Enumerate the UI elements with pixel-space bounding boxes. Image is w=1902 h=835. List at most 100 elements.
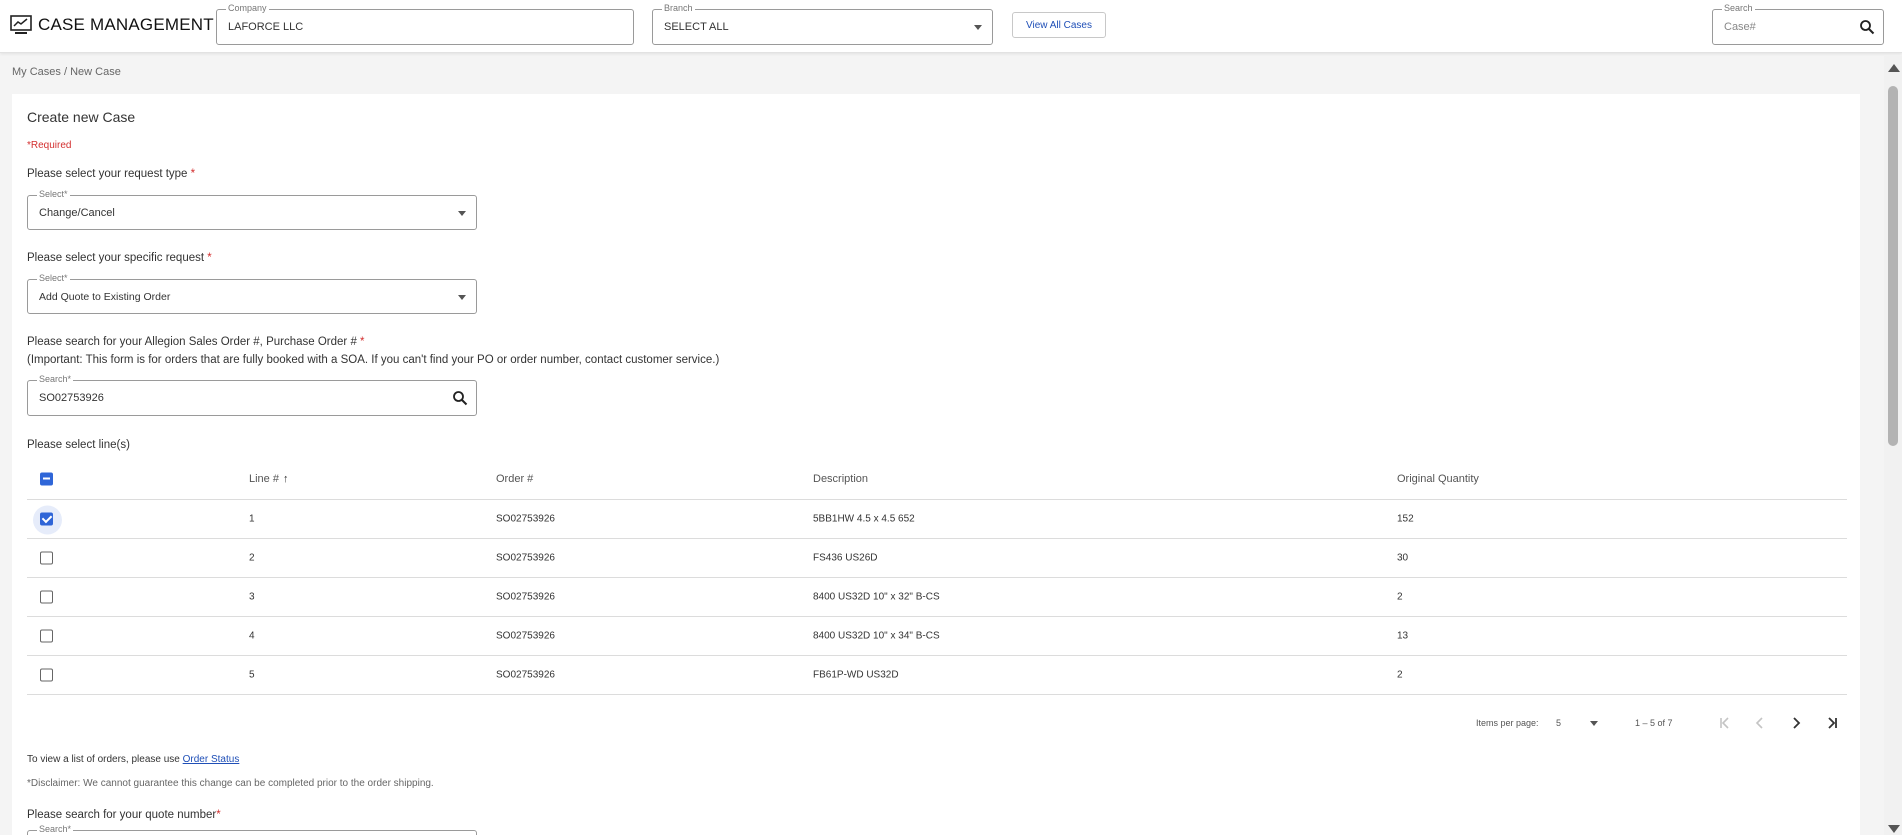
quote-search-question-text: Please search for your quote number xyxy=(27,809,217,821)
select-lines-label: Please select line(s) xyxy=(27,439,130,451)
next-page-icon[interactable] xyxy=(1787,714,1805,732)
app-header: CASE MANAGEMENT Company LAFORCE LLC Bran… xyxy=(0,0,1902,53)
view-all-cases-button[interactable]: View All Cases xyxy=(1012,12,1106,38)
table-row[interactable]: 3 SO02753926 8400 US32D 10" x 32" B-CS 2 xyxy=(27,578,1847,617)
disclaimer-text: *Disclaimer: We cannot guarantee this ch… xyxy=(27,778,434,789)
order-search-question: Please search for your Allegion Sales Or… xyxy=(27,336,365,348)
cell-order: SO02753926 xyxy=(496,513,555,525)
specific-request-question-text: Please select your specific request xyxy=(27,252,205,264)
request-type-value: Change/Cancel xyxy=(39,206,115,219)
chevron-down-icon xyxy=(458,294,466,300)
case-search-placeholder: Case# xyxy=(1724,21,1756,33)
branch-select[interactable]: Branch SELECT ALL xyxy=(652,3,993,45)
create-case-card: Create new Case *Required Please select … xyxy=(12,94,1860,835)
last-page-icon[interactable] xyxy=(1823,714,1841,732)
cell-quantity: 152 xyxy=(1397,513,1414,525)
required-asterisk: * xyxy=(190,168,196,180)
row-checkbox[interactable] xyxy=(33,505,62,535)
breadcrumb-separator: / xyxy=(63,66,68,78)
monitor-chart-icon xyxy=(10,15,32,34)
row-checkbox[interactable] xyxy=(40,668,53,682)
quote-search-input[interactable]: Search* xyxy=(27,824,477,835)
cell-quantity: 2 xyxy=(1397,591,1403,603)
chevron-down-icon[interactable] xyxy=(1590,721,1598,726)
table-paginator: Items per page: 5 1 – 5 of 7 xyxy=(1476,708,1846,738)
column-header-description[interactable]: Description xyxy=(813,473,868,485)
unchecked-checkbox-icon xyxy=(40,590,53,604)
cell-line: 1 xyxy=(249,513,255,525)
table-header-row: Line # ↑ Order # Description Original Qua… xyxy=(27,458,1847,500)
company-label: Company xyxy=(226,3,269,14)
order-status-link[interactable]: Order Status xyxy=(183,754,240,765)
scroll-down-icon[interactable] xyxy=(1888,825,1900,833)
search-icon[interactable] xyxy=(1859,19,1875,35)
specific-request-question: Please select your specific request * xyxy=(27,252,212,264)
branch-label: Branch xyxy=(662,3,695,14)
cell-order: SO02753926 xyxy=(496,669,555,681)
company-value: LAFORCE LLC xyxy=(228,21,304,33)
cell-line: 3 xyxy=(249,591,255,603)
breadcrumb-current: New Case xyxy=(70,66,121,78)
page-size-select[interactable]: 5 xyxy=(1556,718,1561,728)
cell-description: FS436 US26D xyxy=(813,552,878,564)
column-header-order[interactable]: Order # xyxy=(496,473,533,485)
order-status-prefix: To view a list of orders, please use xyxy=(27,754,183,765)
request-type-field-label: Select* xyxy=(37,189,70,200)
required-asterisk: * xyxy=(360,336,365,348)
table-row[interactable]: 5 SO02753926 FB61P-WD US32D 2 xyxy=(27,656,1847,695)
case-search-label: Search xyxy=(1722,3,1755,14)
unchecked-checkbox-icon xyxy=(40,629,53,643)
cell-quantity: 13 xyxy=(1397,630,1409,642)
specific-request-value: Add Quote to Existing Order xyxy=(39,290,171,303)
scrollbar-thumb[interactable] xyxy=(1888,86,1898,446)
request-type-question: Please select your request type * xyxy=(27,168,195,180)
column-header-line[interactable]: Line # ↑ xyxy=(249,473,288,485)
row-checkbox[interactable] xyxy=(40,590,53,604)
order-search-value: SO02753926 xyxy=(39,392,104,404)
unchecked-checkbox-icon xyxy=(40,551,53,565)
cell-description: 5BB1HW 4.5 x 4.5 652 xyxy=(813,513,915,525)
scroll-up-icon[interactable] xyxy=(1888,64,1900,72)
order-search-note: (Important: This form is for orders that… xyxy=(27,354,720,366)
cell-order: SO02753926 xyxy=(496,591,555,603)
branch-value: SELECT ALL xyxy=(664,21,729,33)
case-search-input[interactable]: Search Case# xyxy=(1712,3,1884,45)
company-select[interactable]: Company LAFORCE LLC xyxy=(216,3,634,45)
table-row[interactable]: 2 SO02753926 FS436 US26D 30 xyxy=(27,539,1847,578)
indeterminate-checkbox-icon xyxy=(40,472,53,485)
order-lines-table: Line # ↑ Order # Description Original Qua… xyxy=(27,458,1847,695)
checked-checkbox-icon xyxy=(33,505,62,535)
first-page-icon[interactable] xyxy=(1716,714,1734,732)
required-note: *Required xyxy=(27,140,72,151)
cell-order: SO02753926 xyxy=(496,630,555,642)
cell-quantity: 30 xyxy=(1397,552,1409,564)
chevron-down-icon xyxy=(458,210,466,216)
previous-page-icon[interactable] xyxy=(1751,714,1769,732)
page-title: Create new Case xyxy=(27,109,136,125)
order-status-note: To view a list of orders, please use Ord… xyxy=(27,754,239,765)
search-icon[interactable] xyxy=(452,390,468,406)
row-checkbox[interactable] xyxy=(40,629,53,643)
column-header-line-label: Line # xyxy=(249,472,279,485)
breadcrumb-my-cases[interactable]: My Cases xyxy=(12,66,61,78)
cell-quantity: 2 xyxy=(1397,669,1403,681)
items-per-page-label: Items per page: xyxy=(1476,718,1539,728)
cell-description: 8400 US32D 10" x 32" B-CS xyxy=(813,591,940,603)
page-range-label: 1 – 5 of 7 xyxy=(1635,718,1673,728)
cell-line: 5 xyxy=(249,669,255,681)
required-asterisk: * xyxy=(216,809,221,821)
request-type-select[interactable]: Select* Change/Cancel xyxy=(27,189,477,230)
cell-description: 8400 US32D 10" x 34" B-CS xyxy=(813,630,940,642)
cell-order: SO02753926 xyxy=(496,552,555,564)
order-search-input[interactable]: Search* SO02753926 xyxy=(27,374,477,416)
table-row[interactable]: 4 SO02753926 8400 US32D 10" x 34" B-CS 1… xyxy=(27,617,1847,656)
specific-request-select[interactable]: Select* Add Quote to Existing Order xyxy=(27,273,477,314)
row-checkbox[interactable] xyxy=(40,551,53,565)
brand: CASE MANAGEMENT xyxy=(10,15,214,35)
column-header-quantity[interactable]: Original Quantity xyxy=(1397,473,1479,485)
table-row[interactable]: 1 SO02753926 5BB1HW 4.5 x 4.5 652 152 xyxy=(27,500,1847,539)
order-search-question-text: Please search for your Allegion Sales Or… xyxy=(27,336,357,348)
select-all-checkbox[interactable] xyxy=(40,472,53,485)
page-scrollbar[interactable] xyxy=(1884,56,1902,835)
app-title: CASE MANAGEMENT xyxy=(38,15,214,34)
